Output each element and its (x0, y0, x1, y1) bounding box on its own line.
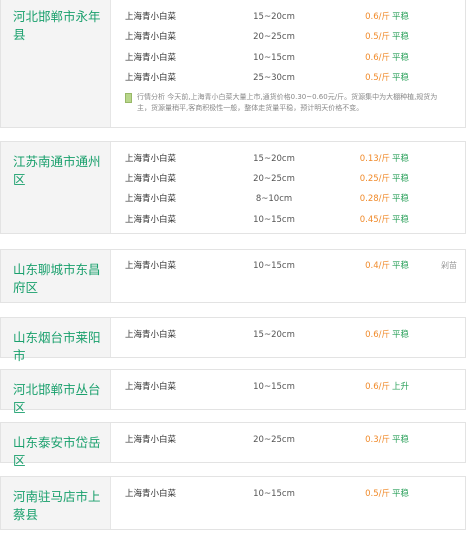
region-link[interactable]: 江苏南通市通州区 (13, 153, 104, 189)
region-link[interactable]: 山东烟台市莱阳市 (13, 329, 104, 365)
region-cell: 江苏南通市通州区 (1, 142, 111, 233)
price-row: 上海青小白菜 15~20cm 0.6/斤 平稳 (111, 7, 465, 27)
market-block: 山东聊城市东昌府区 上海青小白菜 10~15cm 0.4/斤 平稳 剁苗 (0, 249, 466, 303)
product-size: 10~15cm (253, 215, 295, 225)
price-row: 上海青小白菜 15~20cm 0.13/斤 平稳 (111, 149, 465, 169)
product-price: 0.5/斤 (365, 32, 390, 42)
price-trend: 平稳 (392, 53, 410, 63)
product-size: 15~20cm (253, 154, 295, 164)
product-price: 0.13/斤 (359, 154, 390, 164)
product-price: 0.6/斤 (365, 12, 390, 22)
market-block: 河南驻马店市上蔡县 上海青小白菜 10~15cm 0.5/斤 平稳 (0, 476, 466, 530)
product-variety: 剁苗 (441, 261, 457, 270)
market-block: 江苏南通市通州区 上海青小白菜 15~20cm 0.13/斤 平稳 上海青小白菜… (0, 141, 466, 234)
price-trend: 平稳 (392, 174, 410, 184)
price-row: 上海青小白菜 20~25cm 0.25/斤 平稳 (111, 169, 465, 189)
price-row: 上海青小白菜 8~10cm 0.28/斤 平稳 (111, 189, 465, 209)
product-name: 上海青小白菜 (125, 215, 177, 225)
product-price: 0.4/斤 (365, 261, 390, 271)
region-cell: 山东泰安市岱岳区 (1, 423, 111, 468)
product-name: 上海青小白菜 (125, 489, 177, 499)
price-trend: 上升 (392, 382, 410, 392)
product-name: 上海青小白菜 (125, 382, 177, 392)
product-name: 上海青小白菜 (125, 330, 177, 340)
product-price: 0.45/斤 (359, 215, 390, 225)
market-analysis: 行情分析 今天前,上海青小白菜大量上市,通货价格0.30~0.60元/斤。货源集… (125, 92, 449, 114)
price-trend: 平稳 (392, 330, 410, 340)
product-price: 0.6/斤 (365, 53, 390, 63)
product-name: 上海青小白菜 (125, 435, 177, 445)
region-cell: 山东聊城市东昌府区 (1, 250, 111, 302)
price-row: 上海青小白菜 10~15cm 0.4/斤 平稳 剁苗 (111, 256, 465, 276)
price-row: 上海青小白菜 20~25cm 0.3/斤 平稳 (111, 430, 465, 450)
price-trend: 平稳 (392, 154, 410, 164)
price-trend: 平稳 (392, 489, 410, 499)
product-size: 8~10cm (255, 194, 293, 204)
product-size: 10~15cm (253, 261, 295, 271)
product-name: 上海青小白菜 (125, 174, 177, 184)
market-block: 河北邯郸市永年县 上海青小白菜 15~20cm 0.6/斤 平稳 上海青小白菜 … (0, 0, 466, 128)
product-name: 上海青小白菜 (125, 73, 177, 83)
product-size: 15~20cm (253, 12, 295, 22)
market-block: 山东泰安市岱岳区 上海青小白菜 20~25cm 0.3/斤 平稳 (0, 422, 466, 468)
price-row: 上海青小白菜 20~25cm 0.5/斤 平稳 (111, 27, 465, 47)
market-block: 河北邯郸市丛台区 上海青小白菜 10~15cm 0.6/斤 上升 (0, 369, 466, 415)
price-trend: 平稳 (392, 12, 410, 22)
price-trend: 平稳 (392, 215, 410, 225)
product-size: 10~15cm (253, 382, 295, 392)
price-trend: 平稳 (392, 194, 410, 204)
price-row: 上海青小白菜 15~20cm 0.6/斤 平稳 (111, 325, 465, 345)
product-price: 0.28/斤 (359, 194, 390, 204)
product-price: 0.6/斤 (365, 382, 390, 392)
notepad-icon (125, 93, 132, 103)
region-cell: 山东烟台市莱阳市 (1, 318, 111, 363)
price-trend: 平稳 (392, 261, 410, 271)
product-price: 0.5/斤 (365, 73, 390, 83)
price-row: 上海青小白菜 25~30cm 0.5/斤 平稳 (111, 68, 465, 88)
product-size: 25~30cm (253, 73, 295, 83)
price-row: 上海青小白菜 10~15cm 0.5/斤 平稳 (111, 484, 465, 504)
region-link[interactable]: 山东泰安市岱岳区 (13, 434, 104, 470)
market-block: 山东烟台市莱阳市 上海青小白菜 15~20cm 0.6/斤 平稳 (0, 317, 466, 363)
region-link[interactable]: 河北邯郸市丛台区 (13, 381, 104, 417)
price-row: 上海青小白菜 10~15cm 0.6/斤 上升 (111, 377, 465, 397)
analysis-text: 行情分析 今天前,上海青小白菜大量上市,通货价格0.30~0.60元/斤。货源集… (137, 93, 438, 112)
region-cell: 河南驻马店市上蔡县 (1, 477, 111, 529)
region-cell: 河北邯郸市永年县 (1, 0, 111, 127)
price-trend: 平稳 (392, 32, 410, 42)
product-size: 15~20cm (253, 330, 295, 340)
region-link[interactable]: 河北邯郸市永年县 (13, 8, 104, 44)
product-name: 上海青小白菜 (125, 154, 177, 164)
region-link[interactable]: 山东聊城市东昌府区 (13, 261, 104, 297)
region-cell: 河北邯郸市丛台区 (1, 370, 111, 415)
price-row: 上海青小白菜 10~15cm 0.45/斤 平稳 (111, 210, 465, 230)
product-size: 20~25cm (253, 174, 295, 184)
product-name: 上海青小白菜 (125, 53, 177, 63)
price-trend: 平稳 (392, 73, 410, 83)
region-link[interactable]: 河南驻马店市上蔡县 (13, 488, 104, 524)
product-name: 上海青小白菜 (125, 261, 177, 271)
product-name: 上海青小白菜 (125, 12, 177, 22)
product-name: 上海青小白菜 (125, 32, 177, 42)
product-size: 10~15cm (253, 53, 295, 63)
product-price: 0.5/斤 (365, 489, 390, 499)
product-price: 0.6/斤 (365, 330, 390, 340)
product-size: 20~25cm (253, 32, 295, 42)
product-name: 上海青小白菜 (125, 194, 177, 204)
price-trend: 平稳 (392, 435, 410, 445)
product-size: 10~15cm (253, 489, 295, 499)
price-row: 上海青小白菜 10~15cm 0.6/斤 平稳 (111, 48, 465, 68)
product-price: 0.25/斤 (359, 174, 390, 184)
product-price: 0.3/斤 (365, 435, 390, 445)
product-size: 20~25cm (253, 435, 295, 445)
